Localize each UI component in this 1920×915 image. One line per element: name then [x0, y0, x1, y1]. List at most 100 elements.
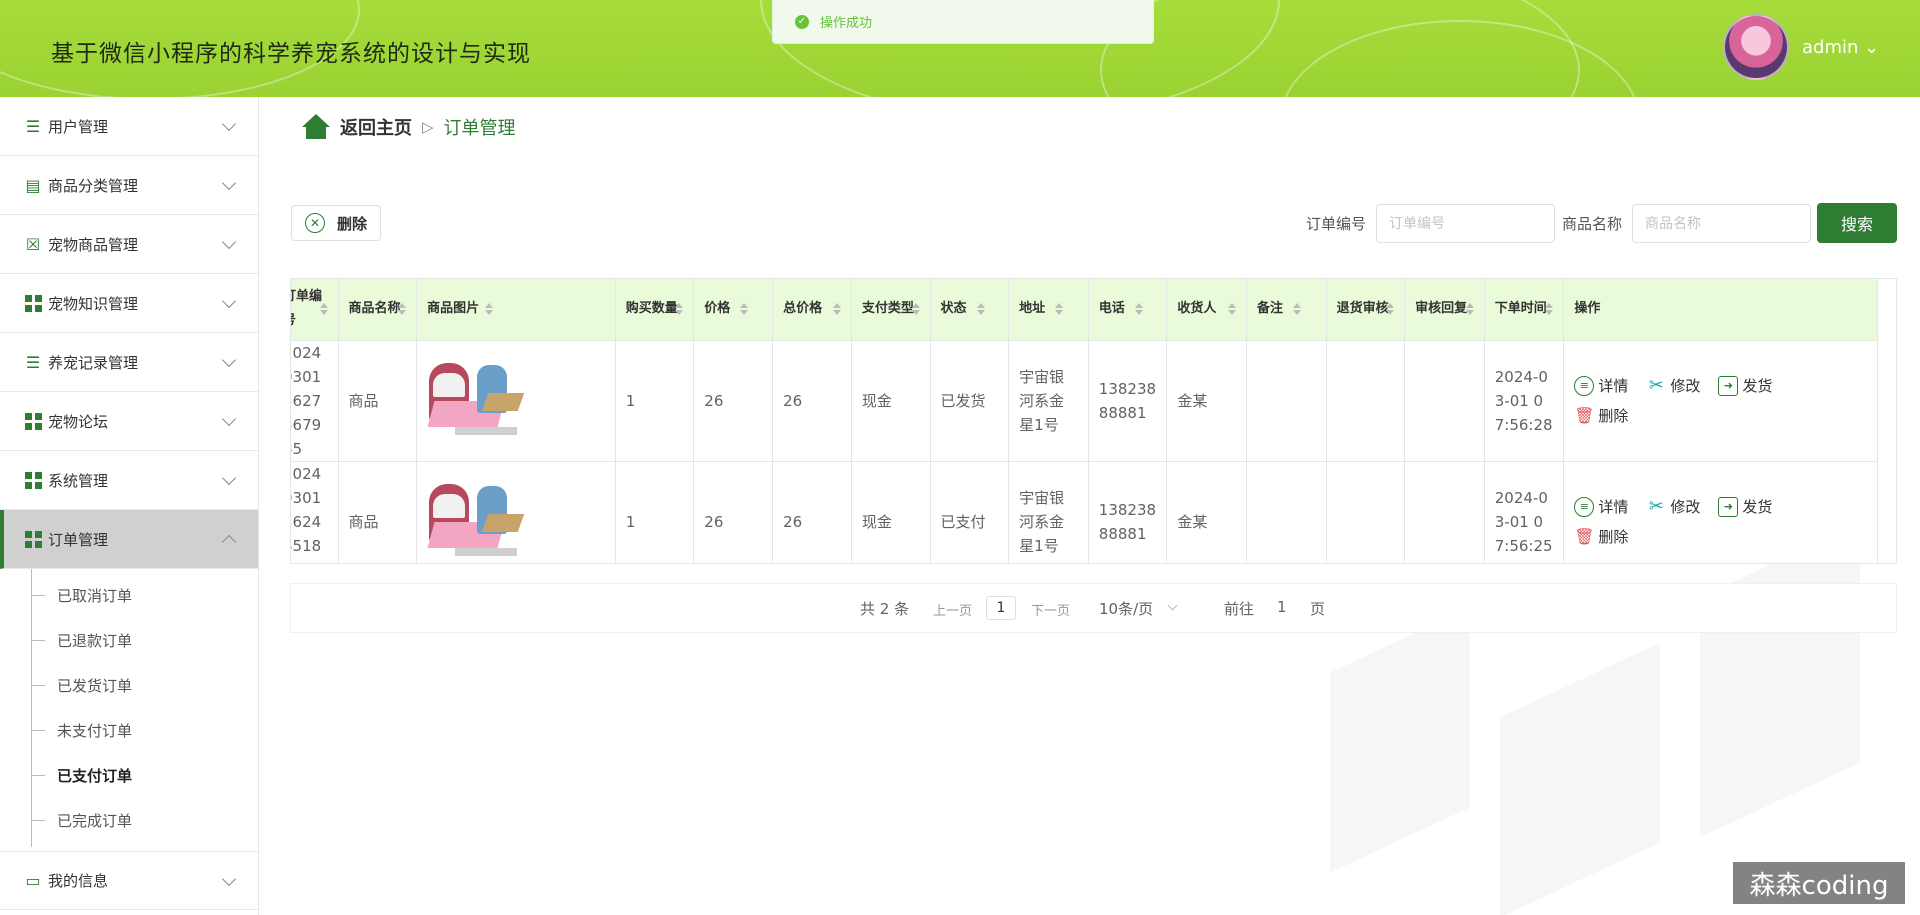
ship-button[interactable]: ➜ 发货 [1718, 374, 1790, 398]
header-label: 电话 [1098, 301, 1125, 317]
table-row[interactable]: 202403015624451802 商品 1 26 26 现金 已 [291, 461, 1878, 564]
cell-total: 26 [772, 340, 852, 462]
detail-button[interactable]: ≡ 详情 [1574, 495, 1646, 519]
ship-icon: ➜ [1718, 496, 1739, 517]
sort-icon[interactable] [320, 303, 328, 315]
sort-icon[interactable] [398, 303, 406, 315]
sort-icon[interactable] [1293, 303, 1301, 315]
delete-button[interactable]: 🗑 删除 [1574, 525, 1646, 549]
column-header[interactable]: 支付类型 [851, 279, 931, 341]
sort-icon[interactable] [1055, 303, 1063, 315]
pagination-total: 共 2 条 [860, 600, 910, 618]
batch-delete-button[interactable]: ✕ 删除 [291, 205, 381, 241]
column-header[interactable]: 购买数量 [615, 279, 695, 341]
sidebar-item-my-info[interactable]: ▭ 我的信息 [0, 851, 258, 910]
column-header[interactable]: 地址 [1008, 279, 1089, 341]
submenu-completed[interactable]: 已完成订单 [31, 798, 258, 843]
sidebar-item-label: 宠物商品管理 [48, 235, 139, 254]
product-image[interactable] [427, 357, 527, 445]
orders-table: 订单编号 商品名称 商品图片 购买数量 价格 总价格 支付类型 状态 地址 电话… [290, 278, 1897, 564]
sidebar-item-knowledge[interactable]: 宠物知识管理 [0, 274, 258, 333]
cell-time: 2024-03-01 07:56:25 [1484, 461, 1565, 563]
cell-actions: ≡ 详情 ✂ 修改 ➜ 发货 🗑 删除 [1563, 461, 1878, 563]
goto-page-input[interactable]: 1 [1277, 598, 1287, 616]
detail-button[interactable]: ≡ 详情 [1574, 374, 1646, 398]
ship-button[interactable]: ➜ 发货 [1718, 495, 1790, 519]
prev-page-button[interactable]: 上一页 [933, 600, 972, 619]
cell-product: 商品 [338, 340, 418, 462]
column-header[interactable]: 收货人 [1166, 279, 1248, 341]
submenu-refunded[interactable]: 已退款订单 [31, 618, 258, 663]
submenu-cancelled[interactable]: 已取消订单 [31, 573, 258, 618]
home-icon[interactable] [302, 114, 330, 140]
cell-status: 已支付 [930, 461, 1010, 563]
table-row[interactable]: 202403015627367985 商品 1 26 26 现金 已 [291, 340, 1878, 462]
sort-icon[interactable] [912, 303, 920, 315]
column-header[interactable]: 价格 [693, 279, 774, 341]
sort-icon[interactable] [1228, 303, 1236, 315]
cell-qty: 1 [615, 461, 695, 563]
delete-button[interactable]: 🗑 删除 [1574, 404, 1646, 428]
column-header[interactable]: 总价格 [772, 279, 852, 341]
submenu-paid[interactable]: 已支付订单 [31, 753, 258, 798]
column-header[interactable]: 商品图片 [416, 279, 616, 341]
next-page-button[interactable]: 下一页 [1031, 600, 1070, 619]
submenu-shipped[interactable]: 已发货订单 [31, 663, 258, 708]
order-no-label: 订单编号 [1306, 215, 1367, 233]
column-header[interactable]: 退货审核 [1326, 279, 1406, 341]
sidebar-item-category[interactable]: ▤ 商品分类管理 [0, 156, 258, 215]
sort-icon[interactable] [1466, 303, 1474, 315]
edit-button[interactable]: ✂ 修改 [1646, 495, 1718, 519]
chevron-down-icon [221, 234, 237, 250]
product-name-input[interactable] [1632, 204, 1811, 243]
search-button[interactable]: 搜索 [1817, 203, 1897, 243]
sort-icon[interactable] [977, 303, 985, 315]
chevron-up-icon [221, 534, 237, 550]
card-icon: ▭ [25, 871, 41, 890]
sort-icon[interactable] [675, 303, 683, 315]
edit-button[interactable]: ✂ 修改 [1646, 374, 1718, 398]
column-header[interactable]: 商品名称 [338, 279, 418, 341]
goto-label: 前往 [1224, 600, 1255, 618]
cell-price: 26 [693, 461, 774, 563]
column-header[interactable]: 电话 [1088, 279, 1168, 341]
cell-phone: 13823888881 [1088, 340, 1168, 462]
sidebar-item-system[interactable]: 系统管理 [0, 451, 258, 510]
sidebar-item-forum[interactable]: 宠物论坛 [0, 392, 258, 451]
sidebar-item-records[interactable]: ☰ 养宠记录管理 [0, 333, 258, 392]
submenu-unpaid[interactable]: 未支付订单 [31, 708, 258, 753]
page-number[interactable]: 1 [986, 596, 1016, 620]
sort-icon[interactable] [485, 303, 493, 315]
product-image[interactable] [427, 478, 527, 564]
column-header[interactable]: 下单时间 [1484, 279, 1565, 341]
column-header[interactable]: 订单编号 [291, 279, 339, 341]
sort-icon[interactable] [1386, 303, 1394, 315]
sort-icon[interactable] [1135, 303, 1143, 315]
sort-icon[interactable] [740, 303, 748, 315]
sidebar-item-label: 宠物论坛 [48, 412, 109, 431]
sort-icon[interactable] [833, 303, 841, 315]
column-header[interactable]: 状态 [930, 279, 1010, 341]
cell-phone: 13823888881 [1088, 461, 1168, 563]
breadcrumb: 返回主页 ▷ 订单管理 [302, 114, 516, 140]
chevron-down-icon [221, 871, 237, 887]
sort-icon[interactable] [1545, 303, 1553, 315]
breadcrumb-current: 订单管理 [443, 118, 516, 139]
order-no-input[interactable] [1376, 204, 1555, 243]
breadcrumb-separator: ▷ [422, 118, 434, 136]
sidebar-item-users[interactable]: ☰ 用户管理 [0, 97, 258, 156]
column-header[interactable]: 审核回复 [1404, 279, 1485, 341]
column-header[interactable]: 备注 [1246, 279, 1327, 341]
sidebar-item-orders[interactable]: 订单管理 [0, 510, 258, 569]
chevron-down-icon[interactable] [1167, 600, 1178, 611]
avatar[interactable] [1723, 14, 1789, 80]
page-size-select[interactable]: 10条/页 [1099, 598, 1153, 619]
delete-label: 删除 [1598, 406, 1629, 425]
sidebar-item-pet-goods[interactable]: ☒ 宠物商品管理 [0, 215, 258, 274]
header-label: 价格 [704, 301, 731, 317]
header-label: 备注 [1257, 301, 1284, 317]
breadcrumb-home[interactable]: 返回主页 [340, 114, 412, 140]
product-name-label: 商品名称 [1562, 215, 1623, 233]
grid-icon [24, 294, 42, 312]
user-menu[interactable]: admin ⌄ [1802, 37, 1879, 58]
